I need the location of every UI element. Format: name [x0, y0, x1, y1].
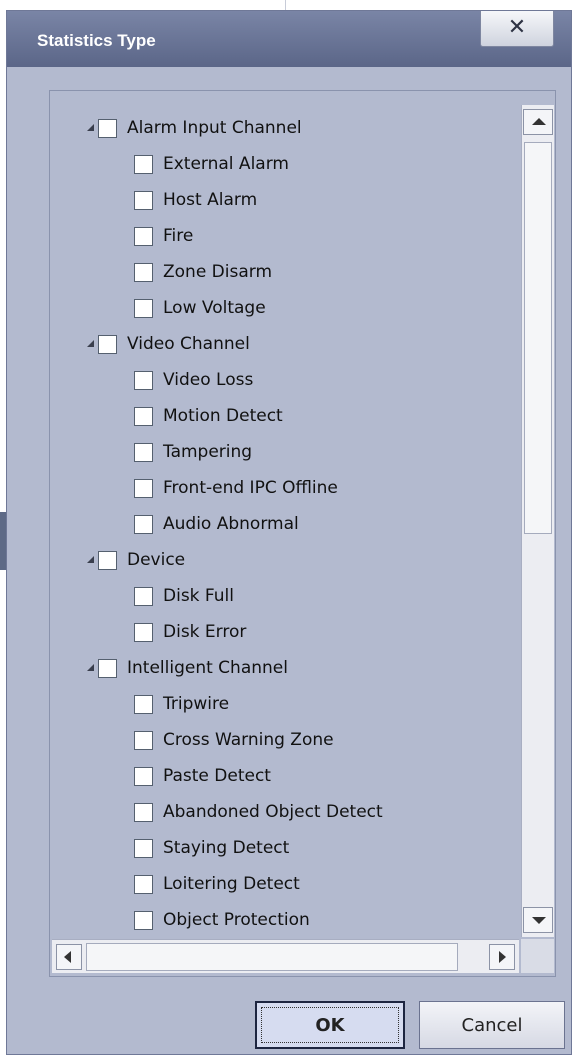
item-checkbox[interactable] — [134, 586, 153, 606]
item-label[interactable]: Video Loss — [163, 370, 253, 390]
group-checkbox[interactable] — [98, 550, 117, 570]
item-checkbox[interactable] — [134, 298, 153, 318]
group-checkbox[interactable] — [98, 658, 117, 678]
scroll-right-button[interactable] — [489, 944, 515, 970]
scroll-down-button[interactable] — [523, 907, 553, 933]
tree-item-node: Low Voltage — [134, 290, 266, 326]
tree-item-node: Abandoned Object Detect — [134, 794, 383, 830]
tree-item-node: Cross Warning Zone — [134, 722, 334, 758]
tree-item-node: Audio Abnormal — [134, 506, 299, 542]
scrollbar-corner — [521, 939, 554, 973]
item-checkbox[interactable] — [134, 262, 153, 282]
item-label[interactable]: Host Alarm — [163, 190, 257, 210]
dialog-title: Statistics Type — [37, 31, 156, 50]
tree-item-node: Motion Detect — [134, 398, 283, 434]
group-label[interactable]: Video Channel — [127, 334, 250, 354]
expanded-arrow-icon[interactable] — [86, 339, 96, 349]
item-label[interactable]: Tripwire — [163, 694, 229, 714]
item-label[interactable]: Low Voltage — [163, 298, 266, 318]
item-checkbox[interactable] — [134, 478, 153, 498]
tree-item-node: Paste Detect — [134, 758, 271, 794]
background-divider — [285, 0, 286, 10]
group-label[interactable]: Device — [127, 550, 185, 570]
item-label[interactable]: External Alarm — [163, 154, 289, 174]
item-checkbox[interactable] — [134, 514, 153, 534]
item-checkbox[interactable] — [134, 766, 153, 786]
item-checkbox[interactable] — [134, 730, 153, 750]
item-label[interactable]: Paste Detect — [163, 766, 271, 786]
arrow-down-icon — [532, 917, 546, 924]
horizontal-scroll-thumb[interactable] — [86, 943, 458, 971]
item-checkbox[interactable] — [134, 406, 153, 426]
close-icon: ✕ — [507, 15, 527, 40]
tree-item-node: Staying Detect — [134, 830, 289, 866]
tree-group-node: Intelligent Channel — [86, 650, 288, 686]
item-checkbox[interactable] — [134, 694, 153, 714]
item-label[interactable]: Staying Detect — [163, 838, 289, 858]
item-label[interactable]: Cross Warning Zone — [163, 730, 334, 750]
tree-item-node: Fire — [134, 218, 193, 254]
vertical-scrollbar[interactable] — [521, 105, 554, 937]
vertical-scroll-thumb[interactable] — [524, 142, 552, 534]
tree-group-node: Video Channel — [86, 326, 250, 362]
tree-item-node: Loitering Detect — [134, 866, 300, 902]
tree-item-node: Zone Disarm — [134, 254, 272, 290]
scroll-up-button[interactable] — [523, 109, 553, 135]
tree-item-node: Video Loss — [134, 362, 253, 398]
item-label[interactable]: Front-end IPC Offline — [163, 478, 338, 498]
tree-group-node: Alarm Input Channel — [86, 110, 302, 146]
tree-item-node: Front-end IPC Offline — [134, 470, 338, 506]
item-checkbox[interactable] — [134, 442, 153, 462]
statistics-tree-panel: Alarm Input Channel External Alarm Host Al… — [49, 90, 556, 977]
tree-item-node: External Alarm — [134, 146, 289, 182]
horizontal-scrollbar[interactable] — [52, 939, 519, 973]
scroll-left-button[interactable] — [56, 944, 82, 970]
item-checkbox[interactable] — [134, 910, 153, 930]
item-label[interactable]: Disk Error — [163, 622, 246, 642]
item-label[interactable]: Audio Abnormal — [163, 514, 299, 534]
item-checkbox[interactable] — [134, 190, 153, 210]
ok-button[interactable]: OK — [255, 1001, 405, 1049]
group-checkbox[interactable] — [98, 118, 117, 138]
tree-item-node: Tripwire — [134, 686, 229, 722]
item-checkbox[interactable] — [134, 838, 153, 858]
item-label[interactable]: Fire — [163, 226, 193, 246]
item-label[interactable]: Motion Detect — [163, 406, 283, 426]
tree-group-node: Device — [86, 542, 185, 578]
item-label[interactable]: Object Protection — [163, 910, 310, 930]
statistics-type-dialog: Statistics Type ✕ Alarm Input Channel Ext… — [6, 10, 572, 1055]
item-checkbox[interactable] — [134, 154, 153, 174]
close-button[interactable]: ✕ — [480, 11, 554, 47]
item-checkbox[interactable] — [134, 226, 153, 246]
group-label[interactable]: Alarm Input Channel — [127, 118, 302, 138]
item-checkbox[interactable] — [134, 802, 153, 822]
statistics-tree: Alarm Input Channel External Alarm Host Al… — [50, 110, 519, 940]
arrow-right-icon — [499, 951, 506, 963]
expanded-arrow-icon[interactable] — [86, 663, 96, 673]
item-label[interactable]: Abandoned Object Detect — [163, 802, 383, 822]
expanded-arrow-icon[interactable] — [86, 555, 96, 565]
item-label[interactable]: Disk Full — [163, 586, 234, 606]
tree-item-node: Disk Error — [134, 614, 246, 650]
arrow-left-icon — [64, 951, 71, 963]
group-label[interactable]: Intelligent Channel — [127, 658, 288, 678]
item-checkbox[interactable] — [134, 622, 153, 642]
group-checkbox[interactable] — [98, 334, 117, 354]
item-label[interactable]: Zone Disarm — [163, 262, 272, 282]
item-checkbox[interactable] — [134, 370, 153, 390]
arrow-up-icon — [532, 118, 546, 125]
tree-item-node: Tampering — [134, 434, 252, 470]
tree-item-node: Object Protection — [134, 902, 310, 938]
tree-item-node: Disk Full — [134, 578, 234, 614]
expanded-arrow-icon[interactable] — [86, 123, 96, 133]
item-checkbox[interactable] — [134, 874, 153, 894]
item-label[interactable]: Tampering — [163, 442, 252, 462]
item-label[interactable]: Loitering Detect — [163, 874, 300, 894]
tree-item-node: Host Alarm — [134, 182, 257, 218]
cancel-button[interactable]: Cancel — [419, 1001, 565, 1049]
title-bar: Statistics Type ✕ — [7, 11, 571, 67]
